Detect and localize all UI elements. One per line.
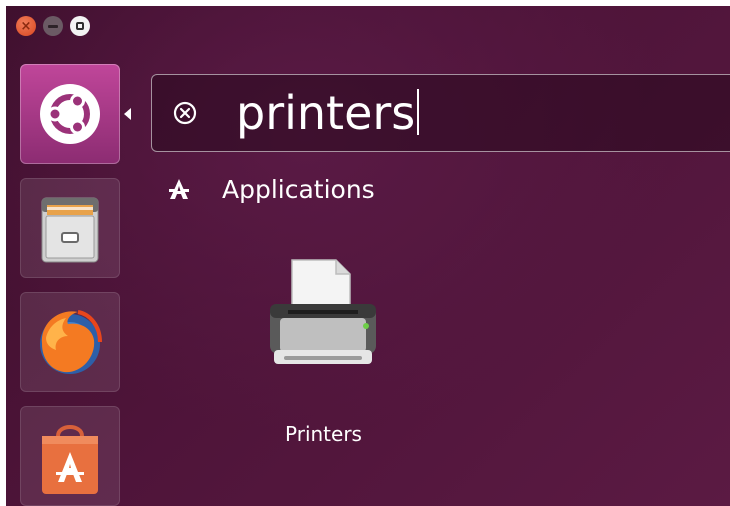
close-button[interactable]: × (16, 16, 36, 36)
result-printers[interactable]: Printers (236, 254, 411, 454)
firefox-icon (40, 310, 102, 374)
search-input[interactable]: printers (236, 85, 420, 141)
launcher-item-software[interactable] (20, 406, 120, 506)
window-controls: × (16, 16, 90, 36)
category-header: Applications (166, 172, 375, 206)
category-label: Applications (222, 174, 375, 204)
active-indicator-arrow (124, 108, 131, 120)
launcher-item-files[interactable] (20, 178, 120, 278)
printer-icon (270, 259, 376, 364)
text-caret (417, 89, 420, 135)
result-label: Printers (285, 422, 362, 446)
ubuntu-logo-icon (40, 84, 100, 144)
software-center-icon (42, 425, 98, 494)
search-box[interactable]: printers (151, 74, 730, 152)
minimize-icon (48, 24, 58, 28)
clear-search-icon[interactable] (173, 101, 197, 125)
file-cabinet-icon (41, 197, 99, 263)
launcher-item-firefox[interactable] (20, 292, 120, 392)
minimize-button[interactable] (43, 16, 63, 36)
dash-overlay: × printers Applications Printers (6, 6, 730, 506)
maximize-button[interactable] (70, 16, 90, 36)
applications-icon (169, 179, 189, 199)
maximize-icon (76, 22, 84, 30)
close-icon: × (20, 18, 32, 34)
search-query: printers (236, 86, 416, 140)
launcher-item-dash[interactable] (20, 64, 120, 164)
